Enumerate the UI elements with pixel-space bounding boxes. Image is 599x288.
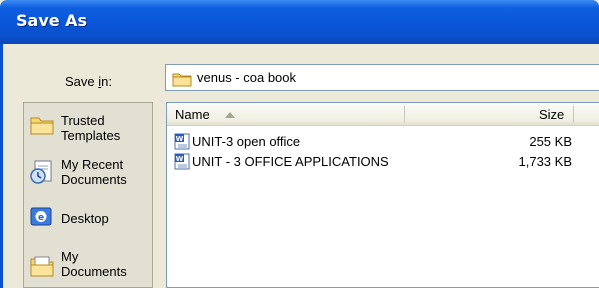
file-list[interactable]: Name Size W UNIT-3 open office 255 KB W … xyxy=(166,102,599,288)
column-divider[interactable] xyxy=(573,106,574,123)
table-row[interactable]: W UNIT-3 open office 255 KB xyxy=(167,132,599,152)
sort-ascending-icon xyxy=(225,112,235,118)
window-title: Save As xyxy=(16,11,88,30)
file-name: UNIT-3 open office xyxy=(192,134,301,149)
recent-documents-icon xyxy=(30,160,54,187)
place-label: Documents xyxy=(61,264,127,279)
place-label: Documents xyxy=(61,172,127,187)
file-name: UNIT - 3 OFFICE APPLICATIONS xyxy=(192,154,389,169)
place-desktop[interactable]: e Desktop xyxy=(28,203,152,233)
folder-icon xyxy=(30,115,54,138)
column-divider[interactable] xyxy=(404,106,405,123)
word-document-icon: W xyxy=(174,133,190,153)
places-bar: Trusted Templates My Recent Documents e … xyxy=(23,102,153,288)
desktop-icon: e xyxy=(30,207,54,232)
place-my-documents[interactable]: My Documents xyxy=(28,245,152,285)
svg-text:W: W xyxy=(176,155,184,163)
save-in-value: venus - coa book xyxy=(197,70,297,85)
svg-text:e: e xyxy=(38,213,44,223)
word-document-icon: W xyxy=(174,153,190,173)
table-row[interactable]: W UNIT - 3 OFFICE APPLICATIONS 1,733 KB xyxy=(167,152,599,172)
folder-icon xyxy=(172,71,192,90)
place-label: Templates xyxy=(61,128,121,143)
place-label: My xyxy=(61,249,79,264)
file-size: 1,733 KB xyxy=(518,154,573,169)
my-documents-icon xyxy=(30,255,56,280)
place-label: Desktop xyxy=(61,211,109,226)
column-header: Name Size xyxy=(167,103,599,126)
file-size: 255 KB xyxy=(529,134,572,149)
place-my-recent-documents[interactable]: My Recent Documents xyxy=(28,155,152,193)
svg-text:W: W xyxy=(176,135,184,143)
dialog-body: Save in: venus - coa book Trusted Templa… xyxy=(0,44,599,288)
title-bar[interactable]: Save As xyxy=(0,0,599,44)
save-in-label: Save in: xyxy=(65,74,112,89)
place-trusted-templates[interactable]: Trusted Templates xyxy=(28,111,152,149)
save-in-dropdown[interactable]: venus - coa book xyxy=(165,64,599,91)
column-header-size[interactable]: Size xyxy=(539,107,564,122)
place-label: My Recent xyxy=(61,157,124,172)
column-header-name[interactable]: Name xyxy=(175,107,210,122)
place-label: Trusted xyxy=(61,113,105,128)
